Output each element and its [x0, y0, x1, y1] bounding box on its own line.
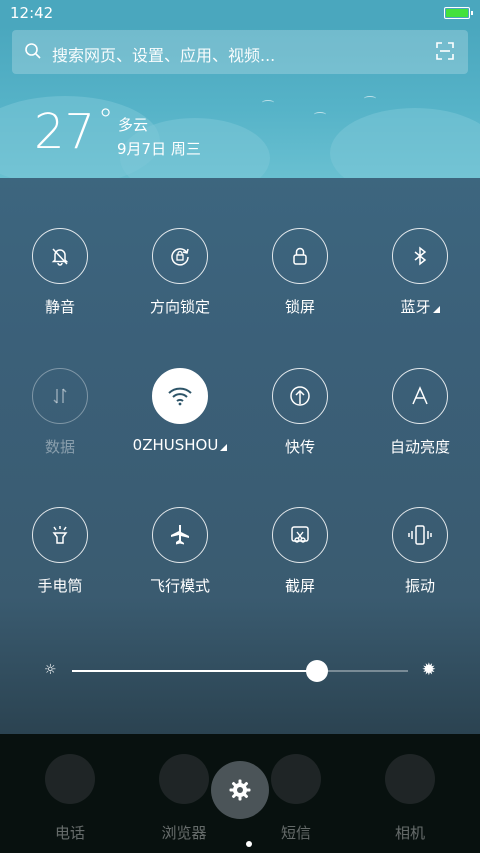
lock-icon: [293, 247, 307, 265]
toggle-bluetooth-label: 蓝牙: [360, 296, 480, 317]
toggle-airplane-mode-label: 飞行模式: [149, 577, 210, 595]
camera-app-icon: [385, 754, 435, 804]
bird-decoration: [364, 96, 376, 101]
weather-temperature[interactable]: 27 °: [34, 106, 113, 157]
toggle-wifi-button[interactable]: [152, 368, 208, 424]
toggle-auto-brightness[interactable]: 自动亮度: [360, 368, 480, 457]
brightness-slider[interactable]: [72, 660, 408, 682]
phone-app-icon: [45, 754, 95, 804]
toggle-airplane-mode-button[interactable]: [152, 507, 208, 563]
brightness-low-icon: ☼: [44, 662, 57, 678]
brightness-high-icon: ✹: [421, 660, 436, 680]
wifi-icon: [168, 387, 192, 406]
upload-icon: [290, 386, 310, 406]
degree-sign: °: [98, 103, 114, 138]
toggle-wifi[interactable]: 0ZHUSHOU: [120, 368, 240, 454]
toggle-mute-label: 静音: [44, 298, 75, 316]
dock-label-messages: 短信: [280, 824, 311, 842]
toggle-rotation-lock[interactable]: 方向锁定: [120, 228, 240, 317]
toggle-quick-transfer-button[interactable]: [272, 368, 328, 424]
battery-icon: [444, 7, 473, 19]
toggle-bluetooth-button[interactable]: [392, 228, 448, 284]
dock-app-camera[interactable]: 相机: [350, 754, 470, 843]
toggle-airplane-mode[interactable]: 飞行模式: [120, 507, 240, 596]
toggle-mute[interactable]: 静音: [0, 228, 120, 317]
screenshot-icon: [291, 526, 309, 543]
brightness-slider-row: ☼ ✹: [0, 655, 480, 685]
status-bar: 12:42: [0, 0, 480, 26]
data-transfer-icon: [53, 388, 67, 404]
weather-condition: 多云: [118, 116, 149, 134]
bird-decoration: [262, 100, 274, 105]
toggle-data[interactable]: 数据: [0, 368, 120, 457]
toggle-screenshot[interactable]: 截屏: [240, 507, 360, 596]
toggle-flashlight-button[interactable]: [32, 507, 88, 563]
bluetooth-label-text: 蓝牙: [400, 298, 431, 316]
messages-app-icon: [271, 754, 321, 804]
dock-label-browser: 浏览器: [161, 824, 207, 842]
search-bar[interactable]: 搜索网页、设置、应用、视频...: [12, 30, 468, 74]
page-indicator: [246, 841, 252, 847]
toggle-auto-brightness-button[interactable]: [392, 368, 448, 424]
toggle-lock-screen[interactable]: 锁屏: [240, 228, 360, 317]
toggle-flashlight-label: 手电筒: [37, 577, 83, 595]
search-weather-header: 搜索网页、设置、应用、视频... 27 ° 多云 9月7日 周三: [0, 26, 480, 178]
toggle-lock-screen-label: 锁屏: [284, 298, 315, 316]
toggle-screenshot-button[interactable]: [272, 507, 328, 563]
bell-off-icon: [51, 248, 69, 266]
toggle-data-button[interactable]: [32, 368, 88, 424]
dock-label-camera: 相机: [394, 824, 425, 842]
toggle-vibrate[interactable]: 振动: [360, 507, 480, 596]
toggle-lock-screen-button[interactable]: [272, 228, 328, 284]
bird-decoration: [314, 112, 326, 117]
search-icon: [25, 43, 41, 59]
expand-triangle-icon: [220, 444, 228, 451]
auto-brightness-icon: [412, 386, 428, 405]
wifi-label-text: 0ZHUSHOU: [132, 436, 219, 454]
scan-icon[interactable]: [436, 42, 454, 60]
toggle-quick-transfer[interactable]: 快传: [240, 368, 360, 457]
toggle-vibrate-button[interactable]: [392, 507, 448, 563]
dock-label-phone: 电话: [54, 824, 85, 842]
toggle-rotation-lock-button[interactable]: [152, 228, 208, 284]
toggle-quick-transfer-label: 快传: [284, 438, 315, 456]
toggle-rotation-lock-label: 方向锁定: [149, 298, 210, 316]
airplane-icon: [171, 525, 189, 545]
search-placeholder: 搜索网页、设置、应用、视频...: [52, 46, 276, 65]
flashlight-icon: [52, 526, 68, 544]
temperature-value: 27: [34, 104, 96, 160]
toggle-auto-brightness-label: 自动亮度: [389, 438, 450, 456]
toggle-screenshot-label: 截屏: [284, 577, 315, 595]
cloud-decoration: [330, 108, 480, 178]
gear-icon: [229, 779, 251, 801]
toggle-wifi-label: 0ZHUSHOU: [120, 436, 240, 454]
dock-app-phone[interactable]: 电话: [10, 754, 130, 843]
brightness-fill: [72, 670, 318, 672]
status-time: 12:42: [10, 4, 54, 22]
toggle-mute-button[interactable]: [32, 228, 88, 284]
settings-button[interactable]: [211, 761, 269, 819]
brightness-thumb[interactable]: [306, 660, 329, 682]
browser-app-icon: [159, 754, 209, 804]
toggle-vibrate-label: 振动: [404, 577, 435, 595]
weather-date: 9月7日 周三: [117, 140, 201, 158]
vibrate-icon: [408, 525, 432, 545]
toggle-flashlight[interactable]: 手电筒: [0, 507, 120, 596]
toggle-bluetooth[interactable]: 蓝牙: [360, 228, 480, 317]
bluetooth-icon: [414, 246, 427, 266]
expand-triangle-icon: [432, 306, 440, 313]
rotation-lock-icon: [171, 248, 189, 266]
toggle-data-label: 数据: [44, 438, 75, 456]
